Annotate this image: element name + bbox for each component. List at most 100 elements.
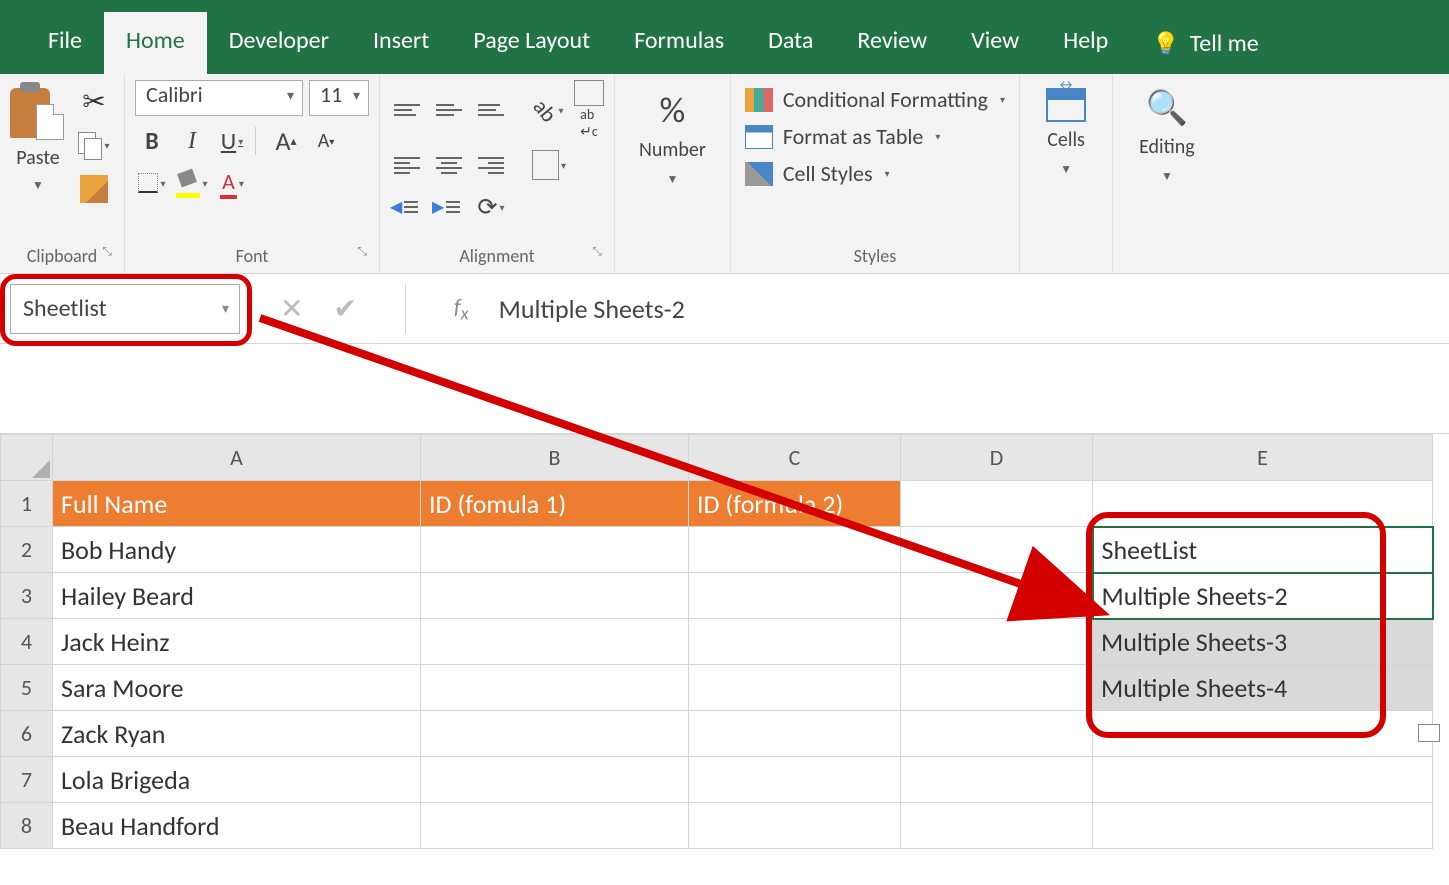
- tab-help[interactable]: Help: [1041, 12, 1130, 74]
- col-header-b[interactable]: B: [421, 435, 689, 481]
- align-left-button[interactable]: [390, 150, 424, 180]
- row-header-5[interactable]: 5: [1, 665, 53, 711]
- font-color-button[interactable]: A▾: [215, 166, 249, 200]
- enter-formula-button[interactable]: ✔: [333, 291, 356, 326]
- cell-e8[interactable]: [1093, 803, 1433, 849]
- chevron-down-icon[interactable]: ▼: [1060, 162, 1072, 177]
- copy-button[interactable]: ▾: [74, 128, 114, 162]
- cell-c7[interactable]: [689, 757, 901, 803]
- cell-b7[interactable]: [421, 757, 689, 803]
- tab-formulas[interactable]: Formulas: [612, 12, 746, 74]
- cell-a1[interactable]: Full Name: [53, 481, 421, 527]
- row-header-1[interactable]: 1: [1, 481, 53, 527]
- cell-a4[interactable]: Jack Heinz: [53, 619, 421, 665]
- tab-page-layout[interactable]: Page Layout: [451, 12, 612, 74]
- cell-c2[interactable]: [689, 527, 901, 573]
- paste-button[interactable]: Paste ▼: [10, 80, 66, 193]
- tab-home[interactable]: Home: [104, 12, 207, 74]
- cell-e1[interactable]: [1093, 481, 1433, 527]
- tab-review[interactable]: Review: [835, 12, 949, 74]
- row-header-8[interactable]: 8: [1, 803, 53, 849]
- orientation-button[interactable]: ab▾: [532, 93, 566, 127]
- row-header-7[interactable]: 7: [1, 757, 53, 803]
- align-middle-button[interactable]: [432, 95, 466, 125]
- decrease-font-button[interactable]: A▾: [309, 124, 343, 158]
- orientation-button-2[interactable]: ⟳▾: [474, 190, 508, 224]
- cell-e2[interactable]: SheetList: [1093, 527, 1433, 573]
- quick-analysis-icon[interactable]: [1418, 724, 1440, 742]
- cell-c1[interactable]: ID (formula 2): [689, 481, 901, 527]
- increase-font-button[interactable]: A▴: [269, 124, 303, 158]
- wrap-text-button[interactable]: ab↵c: [574, 80, 604, 140]
- cell-d8[interactable]: [901, 803, 1093, 849]
- number-button[interactable]: Number: [639, 138, 706, 162]
- cell-e7[interactable]: [1093, 757, 1433, 803]
- tab-insert[interactable]: Insert: [351, 12, 451, 74]
- cell-d6[interactable]: [901, 711, 1093, 757]
- chevron-down-icon[interactable]: ▼: [666, 172, 678, 187]
- col-header-a[interactable]: A: [53, 435, 421, 481]
- cell-a3[interactable]: Hailey Beard: [53, 573, 421, 619]
- cell-e6[interactable]: [1093, 711, 1433, 757]
- row-header-3[interactable]: 3: [1, 573, 53, 619]
- chevron-down-icon[interactable]: ▼: [1161, 169, 1173, 184]
- font-name-select[interactable]: Calibri: [135, 80, 303, 116]
- cell-c4[interactable]: [689, 619, 901, 665]
- cell-b1[interactable]: ID (fomula 1): [421, 481, 689, 527]
- bold-button[interactable]: B: [135, 124, 169, 158]
- chevron-down-icon[interactable]: ▼: [32, 178, 44, 193]
- cell-e4[interactable]: Multiple Sheets-3: [1093, 619, 1433, 665]
- align-center-button[interactable]: [432, 150, 466, 180]
- format-as-table-button[interactable]: Format as Table▾: [745, 123, 1005, 150]
- dialog-launcher-icon[interactable]: ⤡: [357, 245, 367, 259]
- merge-center-button[interactable]: ▾: [532, 148, 566, 182]
- fx-icon[interactable]: fx: [454, 293, 469, 324]
- increase-indent-button[interactable]: ▶: [432, 192, 466, 222]
- cell-a2[interactable]: Bob Handy: [53, 527, 421, 573]
- cell-c5[interactable]: [689, 665, 901, 711]
- cell-b3[interactable]: [421, 573, 689, 619]
- align-top-button[interactable]: [390, 95, 424, 125]
- fill-color-button[interactable]: ▾: [175, 166, 209, 200]
- cell-c3[interactable]: [689, 573, 901, 619]
- tab-tell-me[interactable]: 💡 Tell me: [1130, 12, 1280, 74]
- italic-button[interactable]: I: [175, 124, 209, 158]
- cells-button[interactable]: Cells: [1047, 128, 1085, 152]
- cell-d5[interactable]: [901, 665, 1093, 711]
- cut-button[interactable]: ✂: [74, 84, 114, 118]
- cell-d4[interactable]: [901, 619, 1093, 665]
- cell-b6[interactable]: [421, 711, 689, 757]
- format-painter-button[interactable]: [74, 172, 114, 206]
- conditional-formatting-button[interactable]: Conditional Formatting▾: [745, 86, 1005, 113]
- cell-d7[interactable]: [901, 757, 1093, 803]
- cell-e5[interactable]: Multiple Sheets-4: [1093, 665, 1433, 711]
- cell-b8[interactable]: [421, 803, 689, 849]
- row-header-6[interactable]: 6: [1, 711, 53, 757]
- name-box[interactable]: Sheetlist: [10, 284, 240, 334]
- tab-view[interactable]: View: [949, 12, 1041, 74]
- cell-a6[interactable]: Zack Ryan: [53, 711, 421, 757]
- cell-c8[interactable]: [689, 803, 901, 849]
- col-header-c[interactable]: C: [689, 435, 901, 481]
- align-bottom-button[interactable]: [474, 95, 508, 125]
- cancel-formula-button[interactable]: ✕: [280, 291, 303, 326]
- col-header-d[interactable]: D: [901, 435, 1093, 481]
- row-header-2[interactable]: 2: [1, 527, 53, 573]
- cell-b2[interactable]: [421, 527, 689, 573]
- align-right-button[interactable]: [474, 150, 508, 180]
- dialog-launcher-icon[interactable]: ⤡: [102, 245, 112, 259]
- underline-button[interactable]: U▾: [215, 124, 249, 158]
- cell-b5[interactable]: [421, 665, 689, 711]
- font-size-select[interactable]: 11: [309, 80, 369, 116]
- cell-d3[interactable]: [901, 573, 1093, 619]
- col-header-e[interactable]: E: [1093, 435, 1433, 481]
- cell-d2[interactable]: [901, 527, 1093, 573]
- tab-file[interactable]: File: [26, 12, 104, 74]
- row-header-4[interactable]: 4: [1, 619, 53, 665]
- cell-styles-button[interactable]: Cell Styles▾: [745, 160, 1005, 187]
- cell-d1[interactable]: [901, 481, 1093, 527]
- tab-developer[interactable]: Developer: [207, 12, 351, 74]
- editing-button[interactable]: Editing: [1139, 135, 1195, 159]
- dialog-launcher-icon[interactable]: ⤡: [592, 245, 602, 259]
- cell-a5[interactable]: Sara Moore: [53, 665, 421, 711]
